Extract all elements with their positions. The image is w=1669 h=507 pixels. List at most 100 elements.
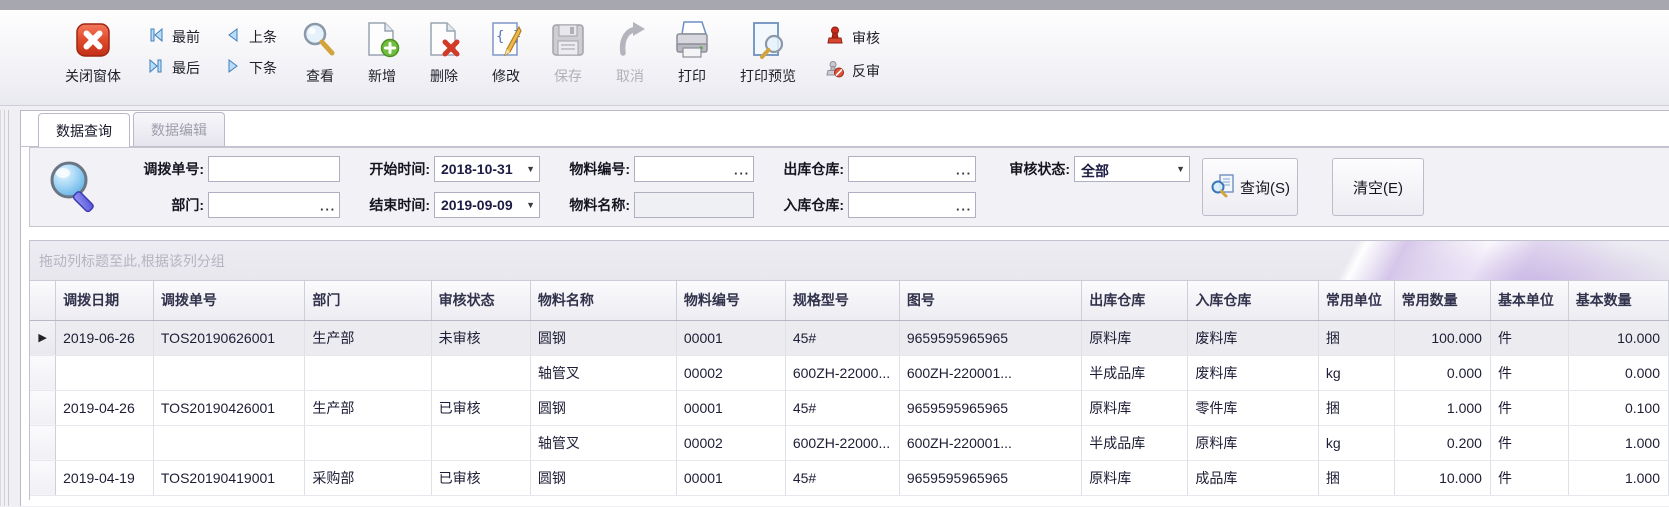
table-cell[interactable]: [305, 355, 431, 390]
table-cell[interactable]: 00001: [676, 320, 785, 355]
column-header[interactable]: 调拨日期: [56, 281, 154, 320]
table-cell[interactable]: 原料库: [1082, 460, 1188, 495]
row-indicator-cell[interactable]: ▶: [30, 320, 56, 355]
table-cell[interactable]: 已审核: [431, 460, 530, 495]
table-cell[interactable]: 半成品库: [1082, 425, 1188, 460]
table-cell[interactable]: 生产部: [305, 390, 431, 425]
table-cell[interactable]: 9659595965965: [899, 390, 1081, 425]
in-warehouse-input[interactable]: ···: [848, 192, 976, 218]
table-cell[interactable]: 600ZH-220001...: [899, 425, 1081, 460]
ellipsis-button[interactable]: ···: [956, 167, 972, 180]
column-header[interactable]: 调拨单号: [153, 281, 304, 320]
row-indicator-cell[interactable]: [30, 355, 56, 390]
dept-input[interactable]: ···: [208, 192, 340, 218]
column-header[interactable]: 常用单位: [1318, 281, 1394, 320]
nav-first-button[interactable]: 最前: [147, 26, 200, 47]
table-cell[interactable]: 10.000: [1394, 460, 1490, 495]
table-cell[interactable]: 0.100: [1568, 390, 1668, 425]
close-window-button[interactable]: 关闭窗体: [65, 16, 121, 86]
table-cell[interactable]: 捆: [1318, 390, 1394, 425]
table-cell[interactable]: 0.200: [1394, 425, 1490, 460]
start-date-combo[interactable]: 2018-10-31 ▼: [434, 156, 540, 182]
table-cell[interactable]: TOS20190626001: [153, 320, 304, 355]
chevron-down-icon[interactable]: ▼: [526, 164, 535, 174]
table-cell[interactable]: 件: [1490, 390, 1568, 425]
audit-state-combo[interactable]: 全部 ▼: [1074, 156, 1190, 182]
table-cell[interactable]: 件: [1490, 320, 1568, 355]
table-cell[interactable]: 45#: [785, 460, 899, 495]
table-row[interactable]: ▶2019-06-26TOS20190626001生产部未审核圆钢0000145…: [30, 320, 1669, 355]
table-cell[interactable]: 轴管叉: [530, 355, 676, 390]
delete-button[interactable]: 删除: [420, 16, 468, 86]
column-header[interactable]: 基本单位: [1490, 281, 1568, 320]
table-cell[interactable]: 1.000: [1568, 460, 1668, 495]
material-no-input[interactable]: ···: [634, 156, 754, 182]
column-header[interactable]: 常用数量: [1394, 281, 1490, 320]
table-cell[interactable]: 生产部: [305, 320, 431, 355]
table-cell[interactable]: 半成品库: [1082, 355, 1188, 390]
table-cell[interactable]: [305, 425, 431, 460]
table-row[interactable]: 轴管叉00002600ZH-22000...600ZH-220001...半成品…: [30, 355, 1669, 390]
left-splitter[interactable]: [0, 110, 9, 506]
table-cell[interactable]: 600ZH-22000...: [785, 355, 899, 390]
ellipsis-button[interactable]: ···: [956, 203, 972, 216]
query-button[interactable]: 查询(S): [1202, 158, 1298, 216]
table-cell[interactable]: [56, 355, 154, 390]
audit-button[interactable]: 审核: [825, 26, 880, 49]
ellipsis-button[interactable]: ···: [320, 203, 336, 216]
tab-data-query[interactable]: 数据查询: [38, 113, 130, 147]
table-cell[interactable]: [56, 425, 154, 460]
table-cell[interactable]: 废料库: [1188, 320, 1318, 355]
table-row[interactable]: 2019-04-19TOS20190419001采购部已审核圆钢0000145#…: [30, 460, 1669, 495]
table-cell[interactable]: 0.000: [1394, 355, 1490, 390]
table-cell[interactable]: 圆钢: [530, 460, 676, 495]
nav-prev-button[interactable]: 上条: [224, 26, 277, 47]
clear-button[interactable]: 清空(E): [1332, 158, 1424, 216]
table-cell[interactable]: 废料库: [1188, 355, 1318, 390]
table-cell[interactable]: 采购部: [305, 460, 431, 495]
table-cell[interactable]: 未审核: [431, 320, 530, 355]
table-cell[interactable]: 成品库: [1188, 460, 1318, 495]
table-cell[interactable]: 00002: [676, 355, 785, 390]
table-cell[interactable]: 捆: [1318, 460, 1394, 495]
column-header[interactable]: 出库仓库: [1082, 281, 1188, 320]
column-header[interactable]: 物料名称: [530, 281, 676, 320]
cancel-button[interactable]: 取消: [606, 16, 654, 86]
print-button[interactable]: 打印: [668, 16, 716, 86]
unaudit-button[interactable]: 反审: [825, 59, 880, 82]
table-cell[interactable]: [431, 355, 530, 390]
table-cell[interactable]: TOS20190419001: [153, 460, 304, 495]
table-cell[interactable]: 圆钢: [530, 390, 676, 425]
material-name-input[interactable]: [634, 192, 754, 218]
table-cell[interactable]: 圆钢: [530, 320, 676, 355]
table-cell[interactable]: 已审核: [431, 390, 530, 425]
table-cell[interactable]: 0.000: [1568, 355, 1668, 390]
row-indicator-cell[interactable]: [30, 460, 56, 495]
table-cell[interactable]: 件: [1490, 425, 1568, 460]
table-cell[interactable]: 原料库: [1082, 390, 1188, 425]
table-cell[interactable]: 9659595965965: [899, 320, 1081, 355]
table-cell[interactable]: 1.000: [1568, 425, 1668, 460]
table-cell[interactable]: [153, 355, 304, 390]
table-cell[interactable]: kg: [1318, 425, 1394, 460]
edit-button[interactable]: { } 修改: [482, 16, 530, 86]
table-cell[interactable]: 00002: [676, 425, 785, 460]
out-warehouse-input[interactable]: ···: [848, 156, 976, 182]
table-cell[interactable]: TOS20190426001: [153, 390, 304, 425]
table-row[interactable]: 轴管叉00002600ZH-22000...600ZH-220001...半成品…: [30, 425, 1669, 460]
column-header[interactable]: 规格型号: [785, 281, 899, 320]
table-cell[interactable]: 轴管叉: [530, 425, 676, 460]
column-header[interactable]: 审核状态: [431, 281, 530, 320]
table-cell[interactable]: 2019-06-26: [56, 320, 154, 355]
view-button[interactable]: 查看: [296, 16, 344, 86]
nav-last-button[interactable]: 最后: [147, 57, 200, 78]
table-cell[interactable]: 2019-04-26: [56, 390, 154, 425]
print-preview-button[interactable]: 打印预览: [730, 16, 806, 86]
table-cell[interactable]: 10.000: [1568, 320, 1668, 355]
table-cell[interactable]: 件: [1490, 460, 1568, 495]
end-date-combo[interactable]: 2019-09-09 ▼: [434, 192, 540, 218]
transfer-no-input[interactable]: [208, 156, 340, 182]
table-cell[interactable]: 1.000: [1394, 390, 1490, 425]
column-header[interactable]: 基本数量: [1568, 281, 1668, 320]
chevron-down-icon[interactable]: ▼: [1176, 164, 1185, 174]
